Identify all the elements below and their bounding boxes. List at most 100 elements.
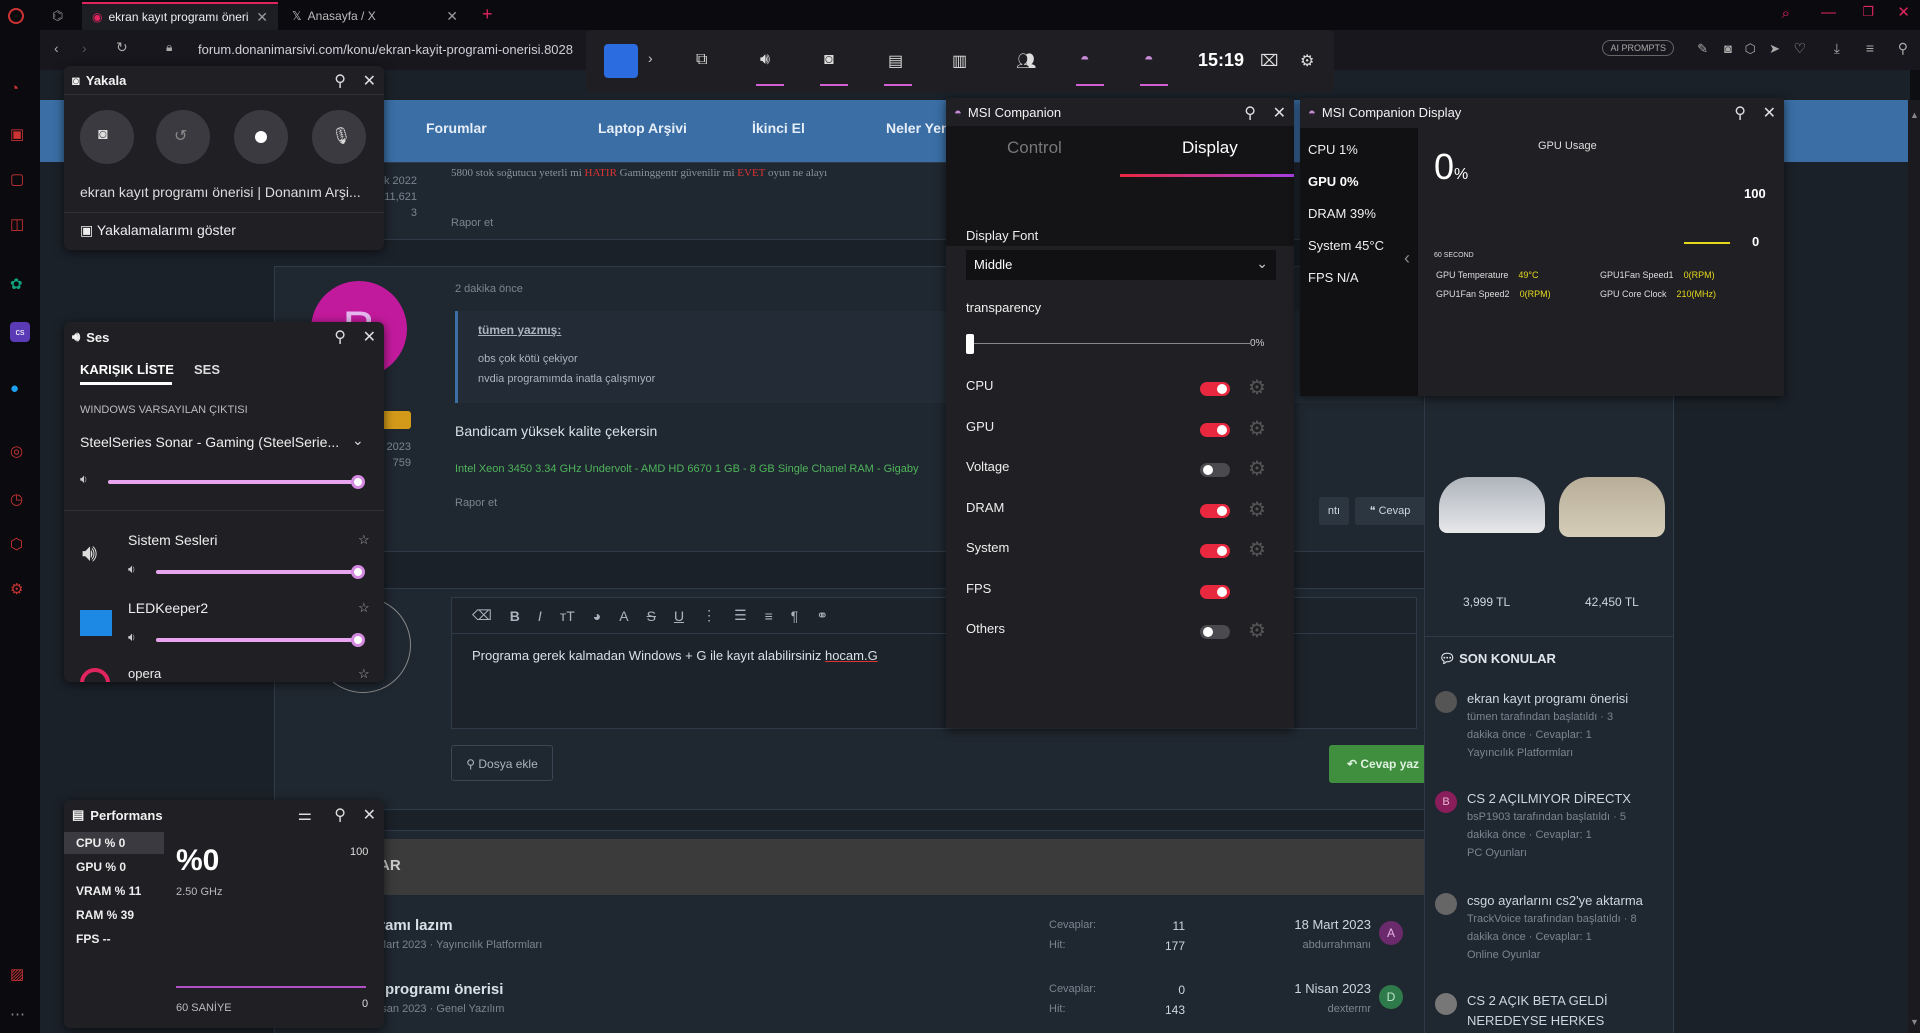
nav-ikinci-el[interactable]: İkinci El	[752, 120, 805, 136]
metric-gpu[interactable]: GPU % 0	[76, 860, 126, 874]
reply-quote-button[interactable]: ❝ Cevap	[1355, 497, 1425, 525]
show-captures-link[interactable]: ▣ Yakalamalarımı göster	[80, 222, 236, 239]
metric-fps[interactable]: FPS --	[76, 932, 111, 946]
italic-icon[interactable]: I	[538, 608, 542, 624]
settings-icon[interactable]: ⚙	[1300, 51, 1322, 73]
attach-button[interactable]: ⚲ Dosya ekle	[451, 745, 553, 781]
tab-close-icon[interactable]: ✕	[256, 9, 268, 26]
player-icon[interactable]: ◫	[10, 215, 30, 235]
bag-icon[interactable]: ▣	[10, 125, 30, 145]
tab-forum[interactable]: ◉ ekran kayıt programı öneri ✕	[82, 2, 278, 30]
metric-ram[interactable]: RAM % 39	[76, 908, 134, 922]
download-icon[interactable]: ⤓	[1834, 40, 1840, 57]
toggle-switch[interactable]	[1200, 625, 1230, 639]
paragraph-icon[interactable]: ¶	[791, 608, 799, 624]
screenshot-button[interactable]: ◙	[80, 110, 134, 164]
reply-button[interactable]: ↶ Cevap yaz	[1329, 745, 1437, 783]
record-last-button[interactable]: ↺	[156, 110, 210, 164]
minimize-icon[interactable]: —	[1821, 4, 1836, 21]
filter-icon[interactable]: ⚌	[298, 805, 312, 825]
performance-icon[interactable]: ▤	[888, 51, 910, 73]
resources-icon[interactable]: ▥	[952, 51, 974, 73]
avatar[interactable]: A	[1379, 921, 1403, 945]
send-icon[interactable]: ➤	[1769, 41, 1780, 57]
pin-icon[interactable]: ⚲	[334, 805, 346, 825]
pin-icon[interactable]: ⚲	[334, 327, 346, 347]
more-options-icon[interactable]: ⋮	[702, 607, 716, 624]
cube-ext-icon[interactable]: ⬡	[1745, 41, 1756, 57]
tab-close-icon[interactable]: ✕	[446, 8, 458, 25]
align-icon[interactable]: ≡	[765, 608, 773, 624]
quote-author[interactable]: tümen yazmış:	[478, 323, 561, 337]
display-font-select[interactable]: Middle ⌄	[966, 250, 1276, 280]
tab-control[interactable]: Control	[1007, 138, 1062, 158]
chevron-down-icon[interactable]: ⌄	[352, 432, 364, 449]
settings-icon[interactable]: ⚙	[10, 580, 30, 600]
tab-display[interactable]: Display	[1182, 138, 1238, 158]
close-icon[interactable]: ✕	[363, 805, 376, 825]
table-row[interactable]: rogramı lazım · 17 Mart 2023 · Yayıncılı…	[275, 911, 1441, 967]
avatar[interactable]: D	[1379, 985, 1403, 1009]
more-icon[interactable]: ⋯	[10, 1005, 30, 1025]
chevron-left-icon[interactable]: ‹	[1404, 248, 1410, 269]
gear-icon[interactable]: ⚙	[1248, 540, 1268, 560]
gear-icon[interactable]: ⚙	[1248, 500, 1268, 520]
tab-mix[interactable]: KARIŞIK LİSTE	[80, 362, 174, 377]
game-icon[interactable]	[604, 44, 638, 78]
edit-icon[interactable]: ✎	[1697, 41, 1708, 57]
eraser-icon[interactable]: ⌫	[472, 607, 492, 624]
metric-system[interactable]: System 45°C	[1308, 238, 1384, 253]
record-button[interactable]	[234, 110, 288, 164]
text-size-icon[interactable]: тT	[560, 608, 575, 624]
history-icon[interactable]: ◷	[10, 490, 30, 510]
ai-prompts-button[interactable]: AI PROMPTS	[1602, 40, 1674, 56]
metric-dram[interactable]: DRAM 39%	[1308, 206, 1376, 221]
reload-icon[interactable]: ↻	[116, 39, 128, 56]
app-cs-icon[interactable]: cs	[10, 322, 30, 342]
url-field[interactable]: forum.donanimarsivi.com/konu/ekran-kayit…	[198, 42, 573, 57]
strike-icon[interactable]: S	[647, 608, 656, 624]
new-tab-icon[interactable]: +	[482, 4, 493, 25]
page-scrollbar[interactable]: ▲ ▼	[1908, 100, 1920, 1033]
nav-laptop-arsivi[interactable]: Laptop Arşivi	[598, 120, 687, 136]
cube-icon[interactable]: ⬡	[10, 535, 30, 555]
opera-logo-icon[interactable]	[8, 8, 24, 24]
close-icon[interactable]: ✕	[363, 327, 376, 347]
quote-button[interactable]: ntı	[1319, 497, 1349, 525]
menu-icon[interactable]: ≡	[1866, 40, 1874, 56]
gear-icon[interactable]: ⚙	[1248, 378, 1268, 398]
close-window-icon[interactable]: ✕	[1897, 3, 1910, 21]
toggle-switch[interactable]	[1200, 584, 1230, 599]
close-icon[interactable]: ✕	[1273, 103, 1286, 123]
widget-store-icon[interactable]: ⧉	[696, 51, 718, 73]
toggle-switch[interactable]	[1200, 544, 1230, 558]
messenger-icon[interactable]: ◎	[10, 442, 30, 462]
transparency-knob[interactable]	[966, 334, 974, 354]
social-icon[interactable]: 👥︎	[1016, 51, 1038, 73]
ad-block[interactable]: 3,999 TL 42,450 TL	[1424, 380, 1674, 680]
transparency-slider[interactable]	[966, 334, 1250, 354]
table-row[interactable]: ayıt programı önerisi · 1 Nisan 2023 · G…	[275, 977, 1441, 1033]
gallery-icon[interactable]: ▨	[10, 965, 30, 985]
nav-forumlar[interactable]: Forumlar	[426, 120, 487, 136]
chevron-right-icon[interactable]: ›	[648, 50, 653, 66]
pin-icon[interactable]: ⚲	[1734, 103, 1746, 123]
color-icon[interactable]: ◕	[593, 608, 601, 624]
scroll-up-icon[interactable]: ▲	[1910, 110, 1919, 120]
tab-ses[interactable]: SES	[194, 362, 220, 377]
restore-icon[interactable]: ❐	[1862, 4, 1874, 20]
audio-icon[interactable]: 🔊︎	[760, 51, 782, 73]
chatgpt-icon[interactable]: ✿	[10, 275, 30, 295]
forward-icon[interactable]: ›	[82, 40, 87, 56]
metric-cpu[interactable]: CPU 1%	[1308, 142, 1358, 157]
mouse-icon[interactable]: ⌧	[1260, 51, 1282, 73]
metric-fps[interactable]: FPS N/A	[1308, 270, 1359, 285]
font-icon[interactable]: A	[619, 608, 628, 624]
speed-dial-icon[interactable]: ◔	[10, 80, 30, 100]
link-icon[interactable]: ⚭	[816, 607, 828, 624]
camera-icon[interactable]: ◙	[1724, 41, 1732, 56]
master-volume-slider[interactable]	[108, 475, 365, 496]
profile-icon[interactable]: ⚲	[1898, 40, 1908, 57]
nav-neler-yeni[interactable]: Neler Yeni	[886, 120, 953, 136]
metric-cpu[interactable]: CPU % 0	[76, 836, 125, 850]
